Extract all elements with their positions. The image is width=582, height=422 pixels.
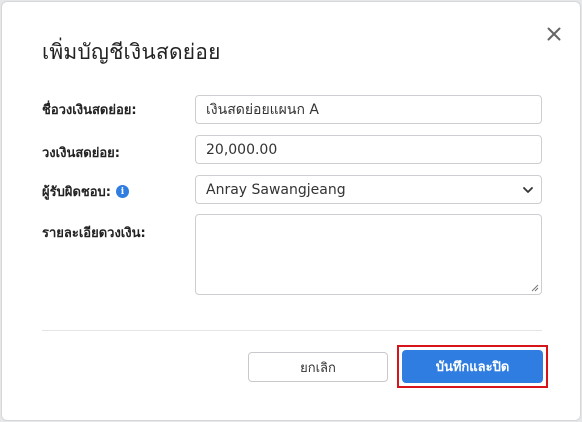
details-textarea[interactable] [195,214,542,295]
amount-label-text: วงเงินสดย่อย: [42,146,120,161]
details-label-text: รายละเอียดวงเงิน: [42,226,146,241]
amount-input[interactable]: 20,000.00 [195,135,542,164]
fund-name-input[interactable]: เงินสดย่อยแผนก A [195,95,542,124]
close-icon [547,27,561,41]
dialog-title: เพิ่มบัญชีเงินสดย่อย [42,40,221,64]
resize-grip-icon[interactable] [530,283,539,292]
add-petty-cash-dialog: เพิ่มบัญชีเงินสดย่อย ชื่อวงเงินสดย่อย: เ… [1,1,581,421]
amount-label: วงเงินสดย่อย: [42,142,120,163]
close-button[interactable] [542,22,566,46]
responsible-value: Anray Sawangjeang [206,181,346,198]
footer-divider [42,330,542,331]
responsible-select[interactable]: Anray Sawangjeang [195,175,542,204]
info-icon[interactable]: i [116,185,129,198]
chevron-down-icon [523,187,533,193]
amount-value: 20,000.00 [206,141,278,158]
cancel-button[interactable]: ยกเลิก [248,352,388,382]
responsible-label-text: ผู้รับผิดชอบ: [42,185,111,200]
save-and-close-button[interactable]: บันทึกและปิด [402,350,543,383]
responsible-label: ผู้รับผิดชอบ: i [42,181,129,202]
fund-name-label-text: ชื่อวงเงินสดย่อย: [42,103,137,118]
fund-name-label: ชื่อวงเงินสดย่อย: [42,99,137,120]
fund-name-value: เงินสดย่อยแผนก A [206,101,319,118]
details-label: รายละเอียดวงเงิน: [42,222,146,243]
